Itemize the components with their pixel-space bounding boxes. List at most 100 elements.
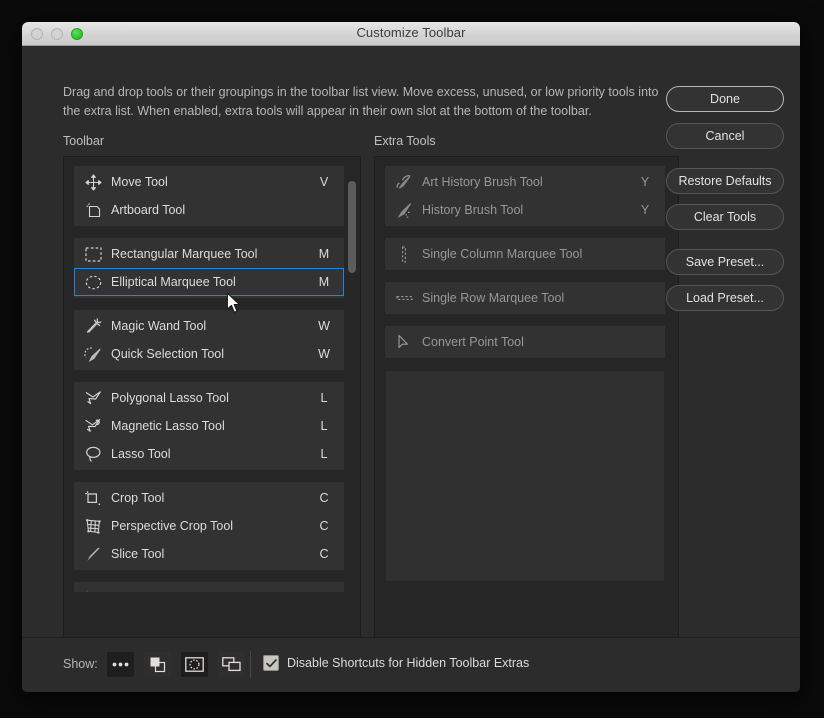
quick-selection-tool-icon — [75, 346, 111, 363]
tool-group[interactable]: Convert Point Tool — [385, 326, 665, 358]
disable-shortcuts-label: Disable Shortcuts for Hidden Toolbar Ext… — [287, 656, 530, 670]
history-brush-tool-icon — [386, 202, 422, 219]
toolbar-list-panel[interactable]: Move Tool V Artboard Tool Rectangular Marqu… — [63, 156, 361, 658]
single-row-marquee-tool-icon — [386, 294, 422, 302]
tool-name: Crop Tool — [111, 491, 165, 505]
bottom-bar-divider — [250, 651, 251, 678]
customize-toolbar-dialog: Customize Toolbar Drag and drop tools or… — [22, 22, 800, 692]
tool-group[interactable]: Polygonal Lasso Tool L Magnetic Lasso Tool… — [74, 382, 344, 470]
slice-select-tool-icon — [75, 590, 111, 592]
foreground-background-colors-icon[interactable] — [144, 652, 171, 677]
tool-name: Art History Brush Tool — [422, 175, 543, 189]
toolbar-list-scrollbar-thumb[interactable] — [348, 181, 356, 273]
magic-wand-tool-icon — [75, 317, 111, 335]
rectangular-marquee-tool-icon — [75, 246, 111, 262]
tool-name: Magic Wand Tool — [111, 319, 207, 333]
save-preset-button[interactable]: Save Preset... — [666, 249, 784, 275]
clear-tools-button[interactable]: Clear Tools — [666, 204, 784, 230]
tool-name: Polygonal Lasso Tool — [111, 391, 229, 405]
cancel-button[interactable]: Cancel — [666, 123, 784, 149]
dialog-body: Drag and drop tools or their groupings i… — [22, 46, 800, 692]
tool-shortcut: M — [318, 275, 330, 289]
tool-name: Rectangular Marquee Tool — [111, 247, 258, 261]
toolbar-list: Move Tool V Artboard Tool Rectangular Marqu… — [64, 157, 360, 604]
tool-name: Single Row Marquee Tool — [422, 291, 565, 305]
tool-group[interactable]: Magic Wand Tool W Quick Selection Tool W — [74, 310, 344, 370]
tool-group[interactable]: Art History Brush Tool Y History Brush Too… — [385, 166, 665, 226]
artboard-tool-icon — [75, 202, 111, 219]
load-preset-button[interactable]: Load Preset... — [666, 285, 784, 311]
elliptical-marquee-tool-icon — [75, 275, 111, 290]
slice-tool-icon — [75, 546, 111, 563]
tool-group-partially-visible[interactable]: Slice Select ToolC — [74, 582, 344, 592]
perspective-crop-tool-icon — [75, 518, 111, 535]
convert-point-tool-icon — [386, 334, 422, 351]
tool-row[interactable]: Polygonal Lasso Tool L — [74, 384, 344, 412]
tool-group[interactable]: Single Column Marquee Tool — [385, 238, 665, 270]
tool-row[interactable]: Perspective Crop Tool C — [74, 512, 344, 540]
tool-group[interactable]: Move Tool V Artboard Tool — [74, 166, 344, 226]
tool-shortcut: W — [318, 347, 330, 361]
tool-group[interactable]: Crop Tool C Perspective Crop Tool C Slice To… — [74, 482, 344, 570]
tool-row[interactable]: Magnetic Lasso Tool L — [74, 412, 344, 440]
disable-shortcuts-checkbox-row[interactable]: Disable Shortcuts for Hidden Toolbar Ext… — [263, 655, 529, 671]
tool-row[interactable]: Single Row Marquee Tool — [385, 284, 665, 312]
tool-shortcut: Y — [640, 203, 650, 217]
window-titlebar[interactable]: Customize Toolbar — [22, 22, 800, 46]
tool-shortcut: W — [318, 319, 330, 333]
tool-row[interactable]: Convert Point Tool — [385, 328, 665, 356]
tool-row[interactable]: Rectangular Marquee Tool M — [74, 240, 344, 268]
tool-group[interactable]: Rectangular Marquee Tool M Elliptical Marq… — [74, 238, 344, 298]
magnetic-lasso-tool-icon — [75, 418, 111, 434]
done-button[interactable]: Done — [666, 86, 784, 112]
tool-name: Artboard Tool — [111, 203, 186, 217]
tool-name: Single Column Marquee Tool — [422, 247, 583, 261]
quick-mask-mode-icon[interactable] — [181, 652, 208, 677]
disable-shortcuts-checkbox[interactable] — [263, 655, 279, 671]
tool-shortcut: C — [305, 591, 343, 592]
extra-tools-drop-zone[interactable] — [385, 370, 665, 582]
tool-row[interactable]: Art History Brush Tool Y — [385, 168, 665, 196]
tool-group[interactable]: Single Row Marquee Tool — [385, 282, 665, 314]
tool-row[interactable]: Move Tool V — [74, 168, 344, 196]
tool-row[interactable]: Crop Tool C — [74, 484, 344, 512]
tool-shortcut: C — [319, 547, 329, 561]
tool-shortcut: M — [318, 247, 330, 261]
crop-tool-icon — [75, 490, 111, 507]
tool-row[interactable]: Slice Tool C — [74, 540, 344, 568]
tool-name: Magnetic Lasso Tool — [111, 419, 225, 433]
move-tool-icon — [75, 173, 111, 191]
tool-name: Move Tool — [111, 175, 168, 189]
tool-name: Elliptical Marquee Tool — [111, 275, 236, 289]
art-history-brush-tool-icon — [386, 174, 422, 191]
tool-row[interactable]: Lasso Tool L — [74, 440, 344, 468]
tool-row[interactable]: Slice Select ToolC — [74, 584, 344, 592]
toolbar-list-scrollbar[interactable] — [347, 159, 357, 655]
tool-name: Quick Selection Tool — [111, 347, 225, 361]
extra-tools-ellipsis-icon[interactable] — [107, 652, 134, 677]
tool-shortcut: L — [320, 447, 328, 461]
tool-shortcut: C — [319, 491, 329, 505]
tool-shortcut: L — [320, 391, 328, 405]
tool-row[interactable]: Elliptical Marquee Tool M — [74, 268, 344, 296]
show-label: Show: — [63, 657, 98, 671]
extra-tools-list: Art History Brush Tool Y History Brush Too… — [375, 157, 678, 582]
restore-defaults-button[interactable]: Restore Defaults — [666, 168, 784, 194]
tool-row[interactable]: Single Column Marquee Tool — [385, 240, 665, 268]
tool-name: History Brush Tool — [422, 203, 524, 217]
tool-row[interactable]: Artboard Tool — [74, 196, 344, 224]
dialog-bottom-bar: Show: Disable Shortcuts for Hidden Toolb… — [22, 637, 800, 692]
toolbar-column-header: Toolbar — [63, 134, 104, 148]
tool-name: Convert Point Tool — [422, 335, 524, 349]
tool-name: Perspective Crop Tool — [111, 519, 234, 533]
tool-row[interactable]: Quick Selection Tool W — [74, 340, 344, 368]
tool-name: Slice Tool — [111, 547, 165, 561]
tool-shortcut: Y — [640, 175, 650, 189]
tool-row[interactable]: History Brush Tool Y — [385, 196, 665, 224]
tool-row[interactable]: Magic Wand Tool W — [74, 312, 344, 340]
polygonal-lasso-tool-icon — [75, 390, 111, 406]
extra-tools-list-panel[interactable]: Art History Brush Tool Y History Brush Too… — [374, 156, 679, 658]
lasso-tool-icon — [75, 446, 111, 463]
tool-shortcut: L — [320, 419, 328, 433]
screen-mode-icon[interactable] — [218, 652, 245, 677]
